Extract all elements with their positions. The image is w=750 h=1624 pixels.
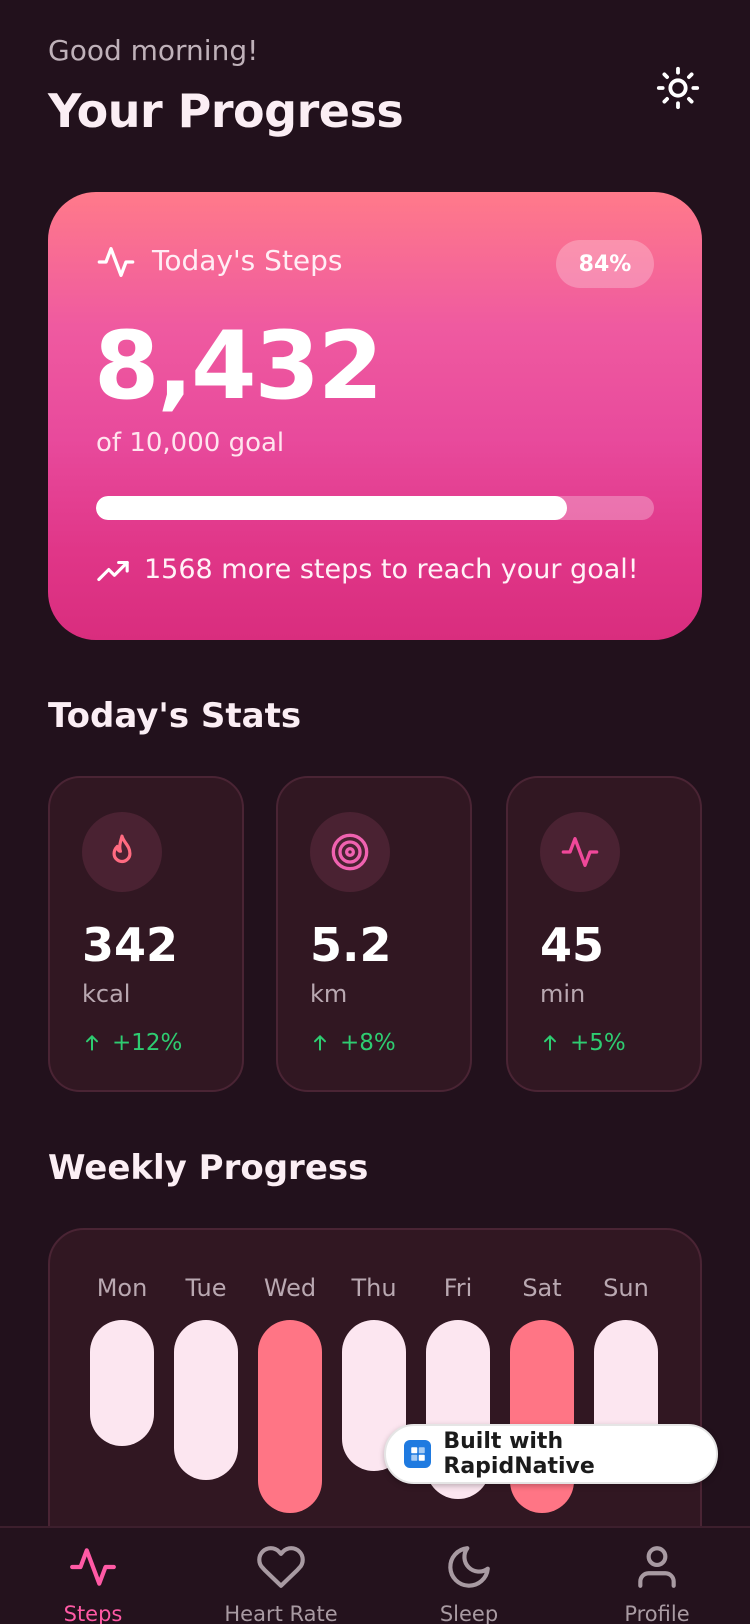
activity-icon — [561, 837, 599, 867]
page-title: Your Progress — [48, 84, 404, 138]
stats-section-title: Today's Stats — [48, 696, 302, 736]
stat-card-distance[interactable]: 5.2 km +8% — [276, 776, 472, 1092]
built-with-text: Built with RapidNative — [443, 1429, 595, 1479]
stat-change-value: +8% — [340, 1030, 396, 1056]
stat-change-value: +12% — [112, 1030, 183, 1056]
stat-unit: km — [310, 980, 348, 1008]
steps-card-label: Today's Steps — [152, 244, 343, 277]
arrow-up-icon — [544, 1035, 556, 1051]
day-bar-tue[interactable] — [174, 1320, 238, 1480]
target-icon — [331, 833, 369, 871]
day-label-wed: Wed — [263, 1274, 317, 1302]
steps-goal-text: of 10,000 goal — [96, 428, 285, 458]
day-label-fri: Fri — [443, 1274, 473, 1302]
stat-value: 5.2 — [310, 918, 392, 972]
day-label-sun: Sun — [603, 1274, 649, 1302]
stat-change: +8% — [310, 1030, 396, 1056]
arrow-up-icon — [314, 1035, 326, 1051]
nav-label: Steps — [63, 1602, 123, 1624]
day-label-sat: Sat — [522, 1274, 562, 1302]
user-icon — [638, 1546, 676, 1588]
day-label-thu: Thu — [351, 1274, 397, 1302]
stat-unit: min — [540, 980, 586, 1008]
stat-icon-badge — [82, 812, 162, 892]
stat-icon-badge — [540, 812, 620, 892]
stat-card-calories[interactable]: 342 kcal +12% — [48, 776, 244, 1092]
day-bar-mon[interactable] — [90, 1320, 154, 1446]
trending-up-icon — [97, 560, 129, 582]
day-bar-wed[interactable] — [258, 1320, 322, 1513]
flame-icon — [112, 834, 132, 864]
nav-item-steps[interactable]: Steps — [13, 1542, 173, 1624]
progress-percent-badge: 84% — [556, 240, 654, 288]
day-label-mon: Mon — [96, 1274, 148, 1302]
stat-change-value: +5% — [570, 1030, 626, 1056]
steps-count: 8,432 — [94, 312, 383, 421]
steps-progress-bar — [96, 496, 654, 520]
stat-unit: kcal — [82, 980, 131, 1008]
built-with-badge[interactable]: Built with RapidNative — [384, 1424, 718, 1484]
nav-label: Profile — [624, 1602, 690, 1624]
activity-icon — [97, 247, 135, 277]
stat-change: +12% — [82, 1030, 182, 1056]
nav-item-profile[interactable]: Profile — [577, 1542, 737, 1624]
theme-toggle-button[interactable] — [654, 64, 702, 112]
rapidnative-logo-icon — [404, 1440, 432, 1468]
weekly-section-title: Weekly Progress — [48, 1148, 369, 1188]
activity-icon — [70, 1548, 116, 1586]
day-bar-sat[interactable] — [510, 1320, 574, 1513]
nav-item-sleep[interactable]: Sleep — [389, 1542, 549, 1624]
nav-label: Heart Rate — [224, 1602, 338, 1624]
bottom-nav: Steps Heart Rate Sleep Profile — [0, 1526, 750, 1624]
stat-value: 45 — [540, 918, 605, 972]
stat-value: 342 — [82, 918, 179, 972]
stat-card-active-minutes[interactable]: 45 min +5% — [506, 776, 702, 1092]
steps-card[interactable]: Today's Steps 84% 8,432 of 10,000 goal 1… — [48, 192, 702, 640]
sun-icon — [656, 66, 700, 110]
heart-icon — [257, 1546, 305, 1588]
app-screen: Good morning! Your Progress Today's Step… — [0, 0, 750, 1624]
stat-icon-badge — [310, 812, 390, 892]
greeting-text: Good morning! — [48, 34, 259, 67]
stat-change: +5% — [540, 1030, 626, 1056]
nav-label: Sleep — [439, 1602, 499, 1624]
arrow-up-icon — [86, 1035, 98, 1051]
moon-icon — [448, 1546, 490, 1588]
steps-progress-fill — [96, 496, 567, 520]
day-label-tue: Tue — [185, 1274, 227, 1302]
steps-remaining-text: 1568 more steps to reach your goal! — [144, 554, 639, 585]
nav-item-heart-rate[interactable]: Heart Rate — [201, 1542, 361, 1624]
